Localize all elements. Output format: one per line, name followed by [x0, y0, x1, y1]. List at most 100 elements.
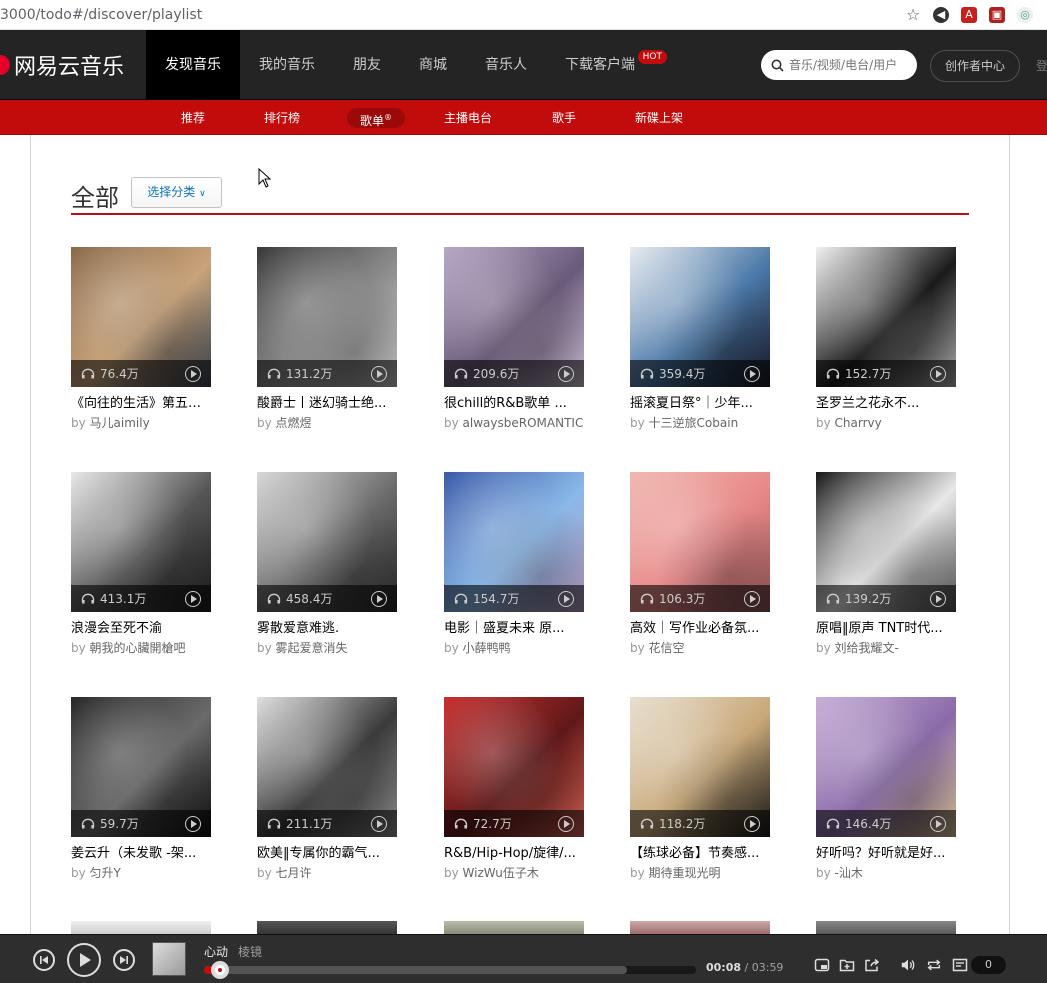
album-thumbnail[interactable]	[152, 942, 186, 976]
playlist-cover[interactable]: 413.1万	[71, 472, 211, 612]
playlist-cover[interactable]: 209.6万	[444, 247, 584, 387]
playlist-card[interactable]: 458.4万 雾散爱意难逃. by 雾起爱意消失	[257, 472, 397, 656]
subnav-toplist[interactable]: 排行榜	[251, 108, 313, 128]
playlist-cover[interactable]: 76.4万	[71, 247, 211, 387]
partial-cover[interactable]	[630, 921, 770, 935]
url-text[interactable]: 3000/todo#/discover/playlist	[0, 7, 905, 23]
author-name[interactable]: 小薛鸭鸭	[463, 641, 511, 655]
play-circle-icon[interactable]	[371, 591, 387, 607]
play-circle-icon[interactable]	[558, 591, 574, 607]
playlist-title[interactable]: 浪漫会至死不渝	[71, 620, 211, 638]
search-input[interactable]	[789, 58, 909, 72]
subnav-recommend[interactable]: 推荐	[168, 108, 218, 128]
partial-cover[interactable]	[257, 921, 397, 935]
play-circle-icon[interactable]	[930, 366, 946, 382]
nav-mall[interactable]: 商城	[400, 30, 466, 100]
author-name[interactable]: 点燃煜	[276, 416, 312, 430]
playlist-cover[interactable]: 154.7万	[444, 472, 584, 612]
partial-cover[interactable]	[816, 921, 956, 935]
current-artist[interactable]: 棱镜	[238, 943, 262, 960]
author-name[interactable]: 期待重现光明	[649, 866, 721, 880]
playlist-cover[interactable]: 152.7万	[816, 247, 956, 387]
playlist-card[interactable]: 146.4万 好听吗？好听就是好... by -汕木	[816, 697, 956, 881]
share-icon[interactable]	[864, 957, 880, 973]
play-button[interactable]	[67, 943, 101, 977]
author-name[interactable]: 刘给我耀文-	[835, 641, 899, 655]
playlist-cover[interactable]: 211.1万	[257, 697, 397, 837]
author-name[interactable]: 十三逆旅Cobain	[649, 416, 739, 430]
author-name[interactable]: WizWu伍子木	[463, 866, 539, 880]
nav-friends[interactable]: 朋友	[334, 30, 400, 100]
playlist-card[interactable]: 118.2万 【练球必备】节奏感... by 期待重现光明	[630, 697, 770, 881]
playlist-title[interactable]: 电影｜盛夏未来 原...	[444, 620, 584, 638]
playlist-title[interactable]: 圣罗兰之花永不...	[816, 395, 956, 413]
nav-download-wrap[interactable]: 下载客户端 HOT	[546, 30, 667, 100]
play-circle-icon[interactable]	[558, 816, 574, 832]
playlist-card[interactable]: 154.7万 电影｜盛夏未来 原... by 小薛鸭鸭	[444, 472, 584, 656]
playlist-card[interactable]: 76.4万 《向往的生活》第五季... by 马儿aimily	[71, 247, 211, 431]
previous-track-button[interactable]	[33, 949, 55, 971]
nav-musician[interactable]: 音乐人	[466, 30, 546, 100]
author-name[interactable]: 马儿aimily	[90, 416, 150, 430]
nav-discover[interactable]: 发现音乐	[146, 30, 240, 100]
partial-cover[interactable]	[71, 921, 211, 935]
playlist-title[interactable]: R&B/Hip-Hop/旋律/...	[444, 845, 584, 863]
playlist-cover[interactable]: 458.4万	[257, 472, 397, 612]
add-to-folder-icon[interactable]	[839, 957, 855, 973]
extension-icon[interactable]: ◀	[933, 6, 949, 23]
author-name[interactable]: 七月许	[276, 866, 312, 880]
author-name[interactable]: Charrvy	[835, 416, 882, 430]
play-circle-icon[interactable]	[371, 816, 387, 832]
playlist-card[interactable]: 72.7万 R&B/Hip-Hop/旋律/... by WizWu伍子木	[444, 697, 584, 881]
progress-knob[interactable]	[211, 961, 230, 979]
playlist-cover[interactable]: 72.7万	[444, 697, 584, 837]
play-circle-icon[interactable]	[930, 816, 946, 832]
browser-url-bar[interactable]: 3000/todo#/discover/playlist ☆ ◀ A ▣ ◎	[0, 0, 1047, 30]
playlist-card[interactable]: 131.2万 酸爵士丨迷幻骑士绝... by 点燃煜	[257, 247, 397, 431]
playlist-card[interactable]: 209.6万 很chill的R&B歌单 ... by alwaysbeROMANTI…	[444, 247, 584, 431]
play-circle-icon[interactable]	[744, 816, 760, 832]
play-circle-icon[interactable]	[185, 816, 201, 832]
logo[interactable]: 网易云音乐	[0, 30, 124, 100]
loop-mode-icon[interactable]	[926, 957, 942, 973]
playlist-title[interactable]: 好听吗？好听就是好...	[816, 845, 956, 863]
playlist-title[interactable]: 酸爵士丨迷幻骑士绝...	[257, 395, 397, 413]
progress-track[interactable]	[204, 961, 696, 979]
subnav-new-album[interactable]: 新碟上架	[622, 108, 696, 128]
playlist-title[interactable]: 摇滚夏日祭°｜少年...	[630, 395, 770, 413]
swirl-extension-icon[interactable]: ◎	[1017, 6, 1033, 23]
playlist-cover[interactable]: 131.2万	[257, 247, 397, 387]
playlist-title[interactable]: 姜云升（未发歌 -架...	[71, 845, 211, 863]
bookmark-star-icon[interactable]: ☆	[905, 5, 921, 24]
partial-cover[interactable]	[444, 921, 584, 935]
next-track-button[interactable]	[113, 949, 135, 971]
play-circle-icon[interactable]	[744, 366, 760, 382]
search-box[interactable]	[761, 50, 917, 80]
play-circle-icon[interactable]	[185, 591, 201, 607]
playlist-cover[interactable]: 106.3万	[630, 472, 770, 612]
playlist-icon[interactable]	[952, 957, 968, 973]
playlist-card[interactable]: 413.1万 浪漫会至死不渝 by 朝我的心臟開槍吧	[71, 472, 211, 656]
creator-center-button[interactable]: 创作者中心	[930, 50, 1020, 82]
current-song-title[interactable]: 心动	[204, 943, 228, 960]
play-circle-icon[interactable]	[930, 591, 946, 607]
author-name[interactable]: -汕木	[835, 866, 863, 880]
playlist-card[interactable]: 211.1万 欧美‖专属你的霸气... by 七月许	[257, 697, 397, 881]
author-name[interactable]: 朝我的心臟開槍吧	[90, 641, 186, 655]
playlist-title[interactable]: 欧美‖专属你的霸气...	[257, 845, 397, 863]
pdf-extension-icon[interactable]: A	[961, 6, 977, 23]
playlist-title[interactable]: 高效｜写作业必备氛...	[630, 620, 770, 638]
play-circle-icon[interactable]	[744, 591, 760, 607]
red-extension-icon[interactable]: ▣	[989, 6, 1005, 23]
playlist-card[interactable]: 59.7万 姜云升（未发歌 -架... by 匀升Y	[71, 697, 211, 881]
play-circle-icon[interactable]	[185, 366, 201, 382]
author-name[interactable]: 花信空	[649, 641, 685, 655]
playlist-cover[interactable]: 359.4万	[630, 247, 770, 387]
select-category-button[interactable]: 选择分类 ∨	[131, 177, 222, 208]
playlist-title[interactable]: 雾散爱意难逃.	[257, 620, 397, 638]
playlist-cover[interactable]: 118.2万	[630, 697, 770, 837]
playlist-title[interactable]: 很chill的R&B歌单 ...	[444, 395, 584, 413]
playlist-card[interactable]: 359.4万 摇滚夏日祭°｜少年... by 十三逆旅Cobain	[630, 247, 770, 431]
author-name[interactable]: alwaysbeROMANTIC	[463, 416, 584, 430]
playlist-cover[interactable]: 146.4万	[816, 697, 956, 837]
